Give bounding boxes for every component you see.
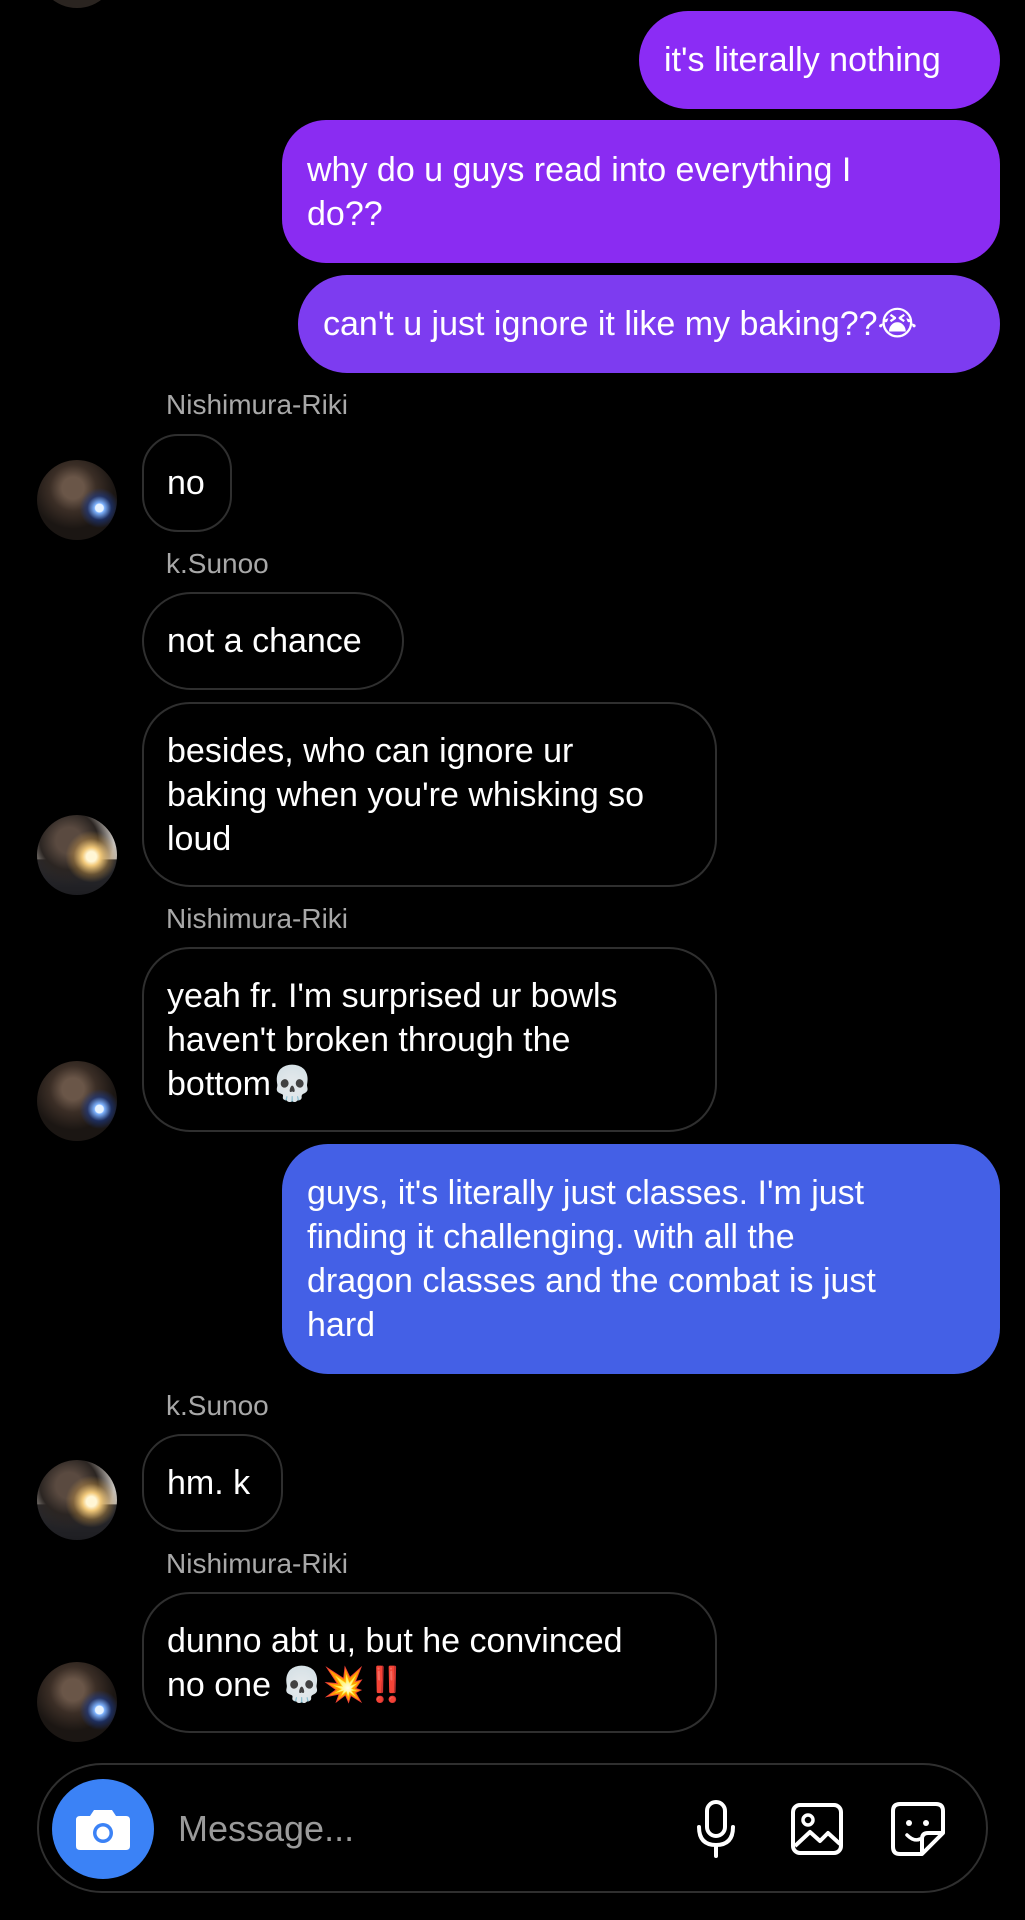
avatar-nishimura-riki[interactable] [37,1061,117,1141]
camera-button[interactable] [52,1779,154,1879]
incoming-message[interactable]: no [142,434,232,532]
message-input[interactable] [178,1799,658,1859]
message-text: hm. k [167,1464,251,1502]
outgoing-message[interactable]: it's literally nothing [639,11,1000,109]
avatar-partial[interactable] [37,0,117,8]
sticker-button[interactable] [887,1798,949,1860]
avatar-k-sunoo[interactable] [37,815,117,895]
message-text: no [167,464,205,502]
sender-name: k.Sunoo [166,548,269,579]
message-text: can't u just ignore it like my baking??😭 [323,305,918,343]
incoming-message[interactable]: not a chance [142,592,404,690]
message-text: it's literally nothing [664,41,941,79]
sender-name: k.Sunoo [166,1390,269,1421]
incoming-message[interactable]: yeah fr. I'm surprised ur bowls haven't … [142,947,717,1132]
message-text: yeah fr. I'm surprised ur bowls haven't … [167,976,618,1103]
gallery-button[interactable] [786,1798,848,1860]
avatar-nishimura-riki[interactable] [37,1662,117,1742]
message-text: not a chance [167,622,362,660]
avatar-nishimura-riki[interactable] [37,460,117,540]
sender-name: Nishimura-Riki [166,389,349,420]
microphone-icon [697,1800,735,1858]
outgoing-message[interactable]: why do u guys read into everything I do?… [282,120,1000,263]
outgoing-message[interactable]: guys, it's literally just classes. I'm j… [282,1144,1000,1374]
microphone-button[interactable] [685,1798,747,1860]
camera-icon [76,1810,130,1850]
outgoing-message[interactable]: can't u just ignore it like my baking??😭 [298,275,1000,373]
avatar-k-sunoo[interactable] [37,1460,117,1540]
gallery-icon [791,1803,843,1855]
incoming-message[interactable]: besides, who can ignore ur baking when y… [142,702,717,887]
incoming-message[interactable]: hm. k [142,1434,283,1532]
incoming-message[interactable]: dunno abt u, but he convinced no one 💀💥‼… [142,1592,717,1733]
sticker-icon [891,1802,945,1856]
sender-name: Nishimura-Riki [166,1548,349,1579]
sender-name: Nishimura-Riki [166,903,349,934]
message-text: besides, who can ignore ur baking when y… [167,731,645,858]
message-text: why do u guys read into everything I do?… [307,150,852,233]
message-text: dunno abt u, but he convinced no one 💀💥‼… [167,1621,623,1704]
message-text: guys, it's literally just classes. I'm j… [307,1174,876,1344]
